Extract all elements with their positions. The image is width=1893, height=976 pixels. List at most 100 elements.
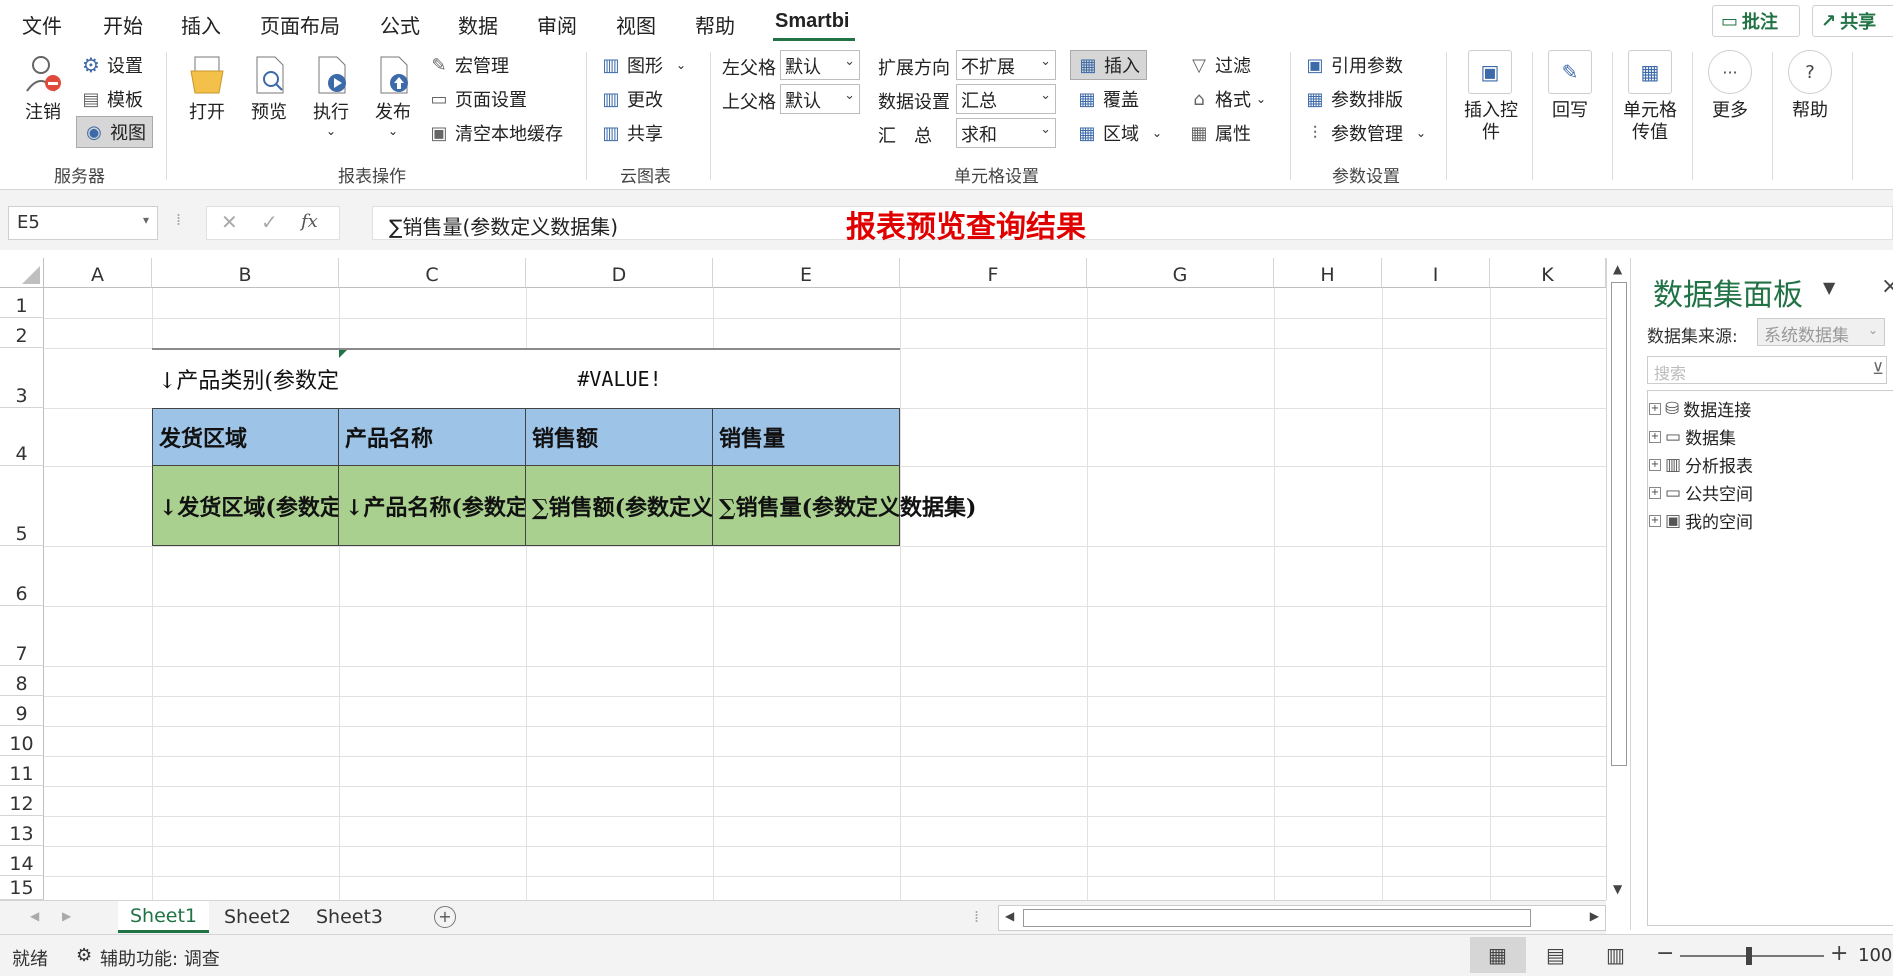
column-header-k[interactable]: K xyxy=(1490,258,1606,288)
macro-button[interactable]: ✎ 宏管理 xyxy=(428,52,509,78)
column-header-h[interactable]: H xyxy=(1274,258,1382,288)
prev-sheet-icon[interactable]: ◀ xyxy=(30,909,39,923)
column-header-f[interactable]: F xyxy=(900,258,1087,288)
row-header[interactable]: 3 xyxy=(0,348,44,408)
tree-item-data-connection[interactable]: + ⛁ 数据连接 xyxy=(1649,396,1751,421)
search-input[interactable]: 搜索 ⊻ xyxy=(1647,356,1887,384)
top-parent-select[interactable]: 默认 ⌄ xyxy=(780,84,860,114)
row-header[interactable]: 9 xyxy=(0,696,44,726)
data-cell-product[interactable]: ↓产品名称(参数定义数据集) xyxy=(339,466,526,546)
column-header-i[interactable]: I xyxy=(1382,258,1490,288)
zoom-level[interactable]: 100 xyxy=(1858,945,1892,966)
header-cell-product[interactable]: 产品名称 xyxy=(339,408,526,466)
attributes-button[interactable]: ▦ 属性 xyxy=(1188,120,1251,146)
share-button[interactable]: ↗ 共享 xyxy=(1812,5,1893,37)
param-layout-button[interactable]: ▦ 参数排版 xyxy=(1304,86,1403,112)
function-icon[interactable]: fx xyxy=(301,211,318,232)
menu-smartbi[interactable]: Smartbi xyxy=(775,10,849,33)
zoom-slider-thumb[interactable] xyxy=(1746,947,1752,965)
page-setup-button[interactable]: ▭ 页面设置 xyxy=(428,86,527,112)
column-header-g[interactable]: G xyxy=(1087,258,1274,288)
formula-input[interactable]: ∑销售量(参数定义数据集) xyxy=(372,206,1893,240)
tree-item-analysis-report[interactable]: + ▥ 分析报表 xyxy=(1649,452,1753,477)
expand-icon[interactable]: + xyxy=(1649,402,1661,415)
splitter-icon[interactable]: ⁞ xyxy=(974,907,979,926)
scroll-up-icon[interactable]: ▲ xyxy=(1613,262,1622,276)
scroll-thumb[interactable] xyxy=(1023,909,1531,927)
row-header[interactable]: 11 xyxy=(0,756,44,786)
row-header[interactable]: 15 xyxy=(0,876,44,900)
publish-button[interactable]: 发布 ⌄ xyxy=(372,52,414,138)
tree-item-public-space[interactable]: + ▭ 公共空间 xyxy=(1649,480,1753,505)
format-button[interactable]: ⌂ 格式 ⌄ xyxy=(1188,86,1266,112)
select-all-corner[interactable] xyxy=(0,258,44,288)
expand-icon[interactable]: + xyxy=(1649,430,1661,443)
param-mgmt-button[interactable]: ⫶ 参数管理 ⌄ xyxy=(1304,120,1426,146)
insert-control-button[interactable]: ▣ xyxy=(1468,50,1512,94)
cancel-icon[interactable]: ✕ xyxy=(221,210,238,234)
close-icon[interactable]: × xyxy=(1881,274,1893,299)
menu-file[interactable]: 文件 xyxy=(22,10,62,39)
vertical-scrollbar[interactable]: ▲ ▼ xyxy=(1606,258,1630,900)
expand-icon[interactable]: + xyxy=(1649,486,1661,499)
scroll-left-icon[interactable]: ◀ xyxy=(1005,909,1014,923)
filter-icon[interactable]: ⊻ xyxy=(1872,359,1884,378)
row-header[interactable]: 6 xyxy=(0,546,44,606)
scroll-right-icon[interactable]: ▶ xyxy=(1590,909,1599,923)
scroll-down-icon[interactable]: ▼ xyxy=(1613,882,1622,896)
sheet-tab-3[interactable]: Sheet3 xyxy=(304,901,395,933)
row-header[interactable]: 8 xyxy=(0,666,44,696)
settings-button[interactable]: ⚙ 设置 xyxy=(80,52,143,78)
zoom-slider[interactable] xyxy=(1680,955,1824,957)
writeback-button[interactable]: ✎ xyxy=(1548,50,1592,94)
source-select[interactable]: 系统数据集 ⌄ xyxy=(1757,318,1885,346)
menu-page-layout[interactable]: 页面布局 xyxy=(260,10,340,39)
row-header[interactable]: 13 xyxy=(0,816,44,846)
summary-select[interactable]: 求和 ⌄ xyxy=(956,118,1056,148)
tree-item-my-space[interactable]: + ▣ 我的空间 xyxy=(1649,508,1753,533)
horizontal-scrollbar[interactable]: ◀ ▶ xyxy=(998,905,1606,931)
expand-dir-select[interactable]: 不扩展 ⌄ xyxy=(956,50,1056,80)
row-header[interactable]: 4 xyxy=(0,408,44,466)
row-header[interactable]: 1 xyxy=(0,288,44,318)
scroll-thumb[interactable] xyxy=(1611,282,1627,766)
name-box[interactable]: E5 ▾ xyxy=(8,206,158,240)
row-header[interactable]: 14 xyxy=(0,846,44,876)
page-break-view-icon[interactable]: ▥ xyxy=(1606,943,1625,967)
row-header[interactable]: 5 xyxy=(0,466,44,546)
cover-mode-button[interactable]: ▦ 覆盖 xyxy=(1076,86,1139,112)
data-cell-sales-qty[interactable]: ∑销售量(参数定义数据集) xyxy=(713,466,1033,546)
insert-mode-button[interactable]: ▦ 插入 xyxy=(1070,50,1147,80)
page-layout-view-icon[interactable]: ▤ xyxy=(1546,943,1565,967)
preview-button[interactable]: 预览 xyxy=(248,52,290,124)
help-button[interactable]: ? xyxy=(1788,50,1832,94)
menu-view[interactable]: 视图 xyxy=(616,10,656,39)
add-sheet-icon[interactable]: + xyxy=(434,906,456,928)
column-header-d[interactable]: D xyxy=(526,258,713,288)
header-cell-sales-amount[interactable]: 销售额 xyxy=(526,408,713,466)
header-cell-sales-qty[interactable]: 销售量 xyxy=(713,408,900,466)
menu-help[interactable]: 帮助 xyxy=(695,10,735,39)
menu-insert[interactable]: 插入 xyxy=(181,10,221,39)
shape-button[interactable]: ▥ 图形 ⌄ xyxy=(600,52,686,78)
next-sheet-icon[interactable]: ▶ xyxy=(62,909,71,923)
comment-button[interactable]: ▭ 批注 xyxy=(1712,5,1800,37)
column-header-e[interactable]: E xyxy=(713,258,900,288)
filter-button[interactable]: ▽ 过滤 xyxy=(1188,52,1251,78)
accessibility-status[interactable]: 辅助功能: 调查 xyxy=(100,945,220,971)
region-button[interactable]: ▦ 区域 ⌄ xyxy=(1076,120,1162,146)
normal-view-button[interactable]: ▦ xyxy=(1470,937,1526,973)
template-button[interactable]: ▤ 模板 xyxy=(80,86,143,112)
sheet-tab-1[interactable]: Sheet1 xyxy=(118,901,210,933)
column-header-a[interactable]: A xyxy=(44,258,152,288)
row-header[interactable]: 7 xyxy=(0,606,44,666)
menu-home[interactable]: 开始 xyxy=(103,10,143,39)
sheet-tab-2[interactable]: Sheet2 xyxy=(212,901,303,933)
zoom-in-icon[interactable]: + xyxy=(1830,941,1848,966)
open-button[interactable]: 打开 xyxy=(186,52,228,124)
data-setting-select[interactable]: 汇总 ⌄ xyxy=(956,84,1056,114)
header-cell-region[interactable]: 发货区域 xyxy=(152,408,339,466)
ref-param-button[interactable]: ▣ 引用参数 xyxy=(1304,52,1403,78)
data-cell-sales-amount[interactable]: ∑销售额(参数定义数据集) xyxy=(526,466,713,546)
menu-review[interactable]: 审阅 xyxy=(537,10,577,39)
